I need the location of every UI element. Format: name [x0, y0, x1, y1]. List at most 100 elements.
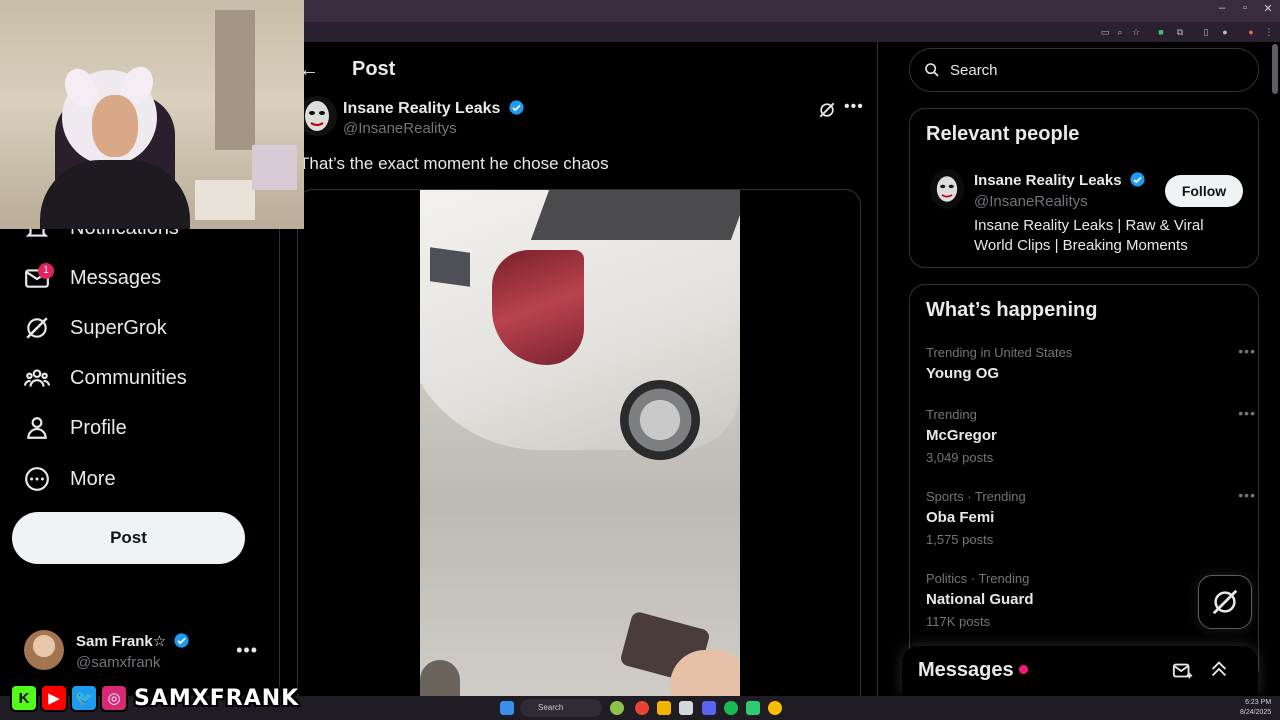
follow-button[interactable]: Follow — [1165, 175, 1243, 207]
clock-time: 6:23 PM — [1245, 699, 1272, 706]
sidepanel-icon[interactable]: ▯ — [1200, 26, 1212, 38]
webcam-door — [215, 10, 255, 150]
tweet-text: That’s the exact moment he chose chaos — [299, 154, 609, 173]
communities-icon — [24, 365, 50, 391]
envelope-icon: 1 — [24, 263, 54, 291]
browser-menu-icon[interactable]: ⋮ — [1263, 26, 1275, 38]
person-name: Insane Reality Leaks — [974, 172, 1122, 189]
stream-handle: SAMXFRANK — [134, 685, 300, 711]
main-column: ← Post Insane Reality Leaks @InsaneReali… — [281, 42, 878, 696]
tweet-more-icon[interactable]: ••• — [844, 98, 864, 116]
chevron-up-icon[interactable] — [1208, 658, 1230, 680]
trend-meta: Trending — [926, 407, 977, 422]
nav-label: More — [70, 467, 116, 490]
taskbar-search[interactable]: Search — [520, 699, 602, 717]
app-icon[interactable] — [679, 701, 693, 715]
trend-count: 1,575 posts — [926, 532, 994, 547]
video-frame-foot — [420, 660, 460, 696]
extension-icon[interactable]: ■ — [1155, 26, 1167, 38]
compose-message-icon[interactable] — [1172, 660, 1194, 682]
restore-icon[interactable]: ▫ — [1235, 2, 1255, 14]
nav-item-more[interactable]: More — [24, 459, 116, 499]
minimize-icon[interactable]: – — [1212, 2, 1232, 14]
clock-date: 8/24/2025 — [1240, 709, 1272, 716]
twitter-icon: 🐦 — [70, 684, 98, 712]
verified-badge-icon — [509, 100, 524, 115]
zoom-icon[interactable]: ⌕ — [1114, 26, 1126, 38]
account-more-icon[interactable]: ••• — [236, 640, 258, 661]
youtube-icon: ▶ — [40, 684, 68, 712]
trend-name: McGregor — [926, 427, 997, 444]
trend-more-icon[interactable]: ••• — [1238, 405, 1256, 421]
video-frame-license-plate — [430, 247, 470, 287]
kick-icon: K — [10, 684, 38, 712]
puzzle-icon[interactable]: ⧉ — [1174, 26, 1186, 38]
nav-label: Communities — [70, 366, 187, 389]
trend-more-icon[interactable]: ••• — [1238, 487, 1256, 503]
trend-more-icon[interactable]: ••• — [1238, 343, 1256, 359]
bookmark-star-icon[interactable]: ☆ — [1130, 26, 1142, 38]
widget-icon[interactable] — [610, 701, 624, 715]
file-explorer-icon[interactable] — [657, 701, 671, 715]
nav-label: Messages — [70, 266, 162, 289]
avatar[interactable] — [930, 169, 964, 209]
stream-socials-banner: K ▶ 🐦 ◎ SAMXFRANK — [10, 683, 299, 713]
nav-item-supergrok[interactable]: SuperGrok — [24, 308, 167, 348]
cast-icon[interactable]: ▭ — [1099, 26, 1111, 38]
more-circle-icon — [24, 466, 50, 492]
grok-floating-button[interactable] — [1198, 575, 1252, 629]
chrome-canary-icon[interactable] — [768, 701, 782, 715]
messages-drawer[interactable]: Messages — [902, 646, 1258, 696]
video-frame-wheel — [620, 380, 700, 460]
relevant-people-card: Relevant people Insane Reality Leaks @In… — [909, 108, 1259, 268]
account-name-row: Sam Frank☆ — [76, 632, 190, 650]
trend-count: 3,049 posts — [926, 450, 994, 465]
person-bio: Insane Reality Leaks | Raw & Viral World… — [974, 217, 1204, 254]
discord-icon[interactable] — [702, 701, 716, 715]
search-icon — [925, 63, 939, 77]
trend-name: Oba Femi — [926, 509, 995, 526]
author-name: Insane Reality Leaks — [343, 100, 501, 117]
trend-item[interactable]: Trending McGregor 3,049 posts ••• — [926, 405, 1255, 465]
grok-icon[interactable] — [817, 100, 837, 120]
webcam-face — [92, 95, 138, 157]
trend-item[interactable]: Trending in United States Young OG ••• — [926, 343, 1255, 382]
nav-item-profile[interactable]: Profile — [24, 408, 127, 448]
search-box[interactable]: Search — [909, 48, 1259, 92]
unread-badge: 1 — [38, 263, 54, 279]
app-icon[interactable] — [746, 701, 760, 715]
grok-icon — [1212, 589, 1238, 615]
video-frame-car-window — [530, 190, 740, 240]
profile-icon[interactable]: ● — [1245, 26, 1257, 38]
webcam-box — [252, 145, 297, 190]
nav-item-communities[interactable]: Communities — [24, 358, 187, 398]
person-name-row[interactable]: Insane Reality Leaks — [974, 171, 1146, 189]
page-scrollbar[interactable] — [1272, 44, 1278, 94]
profile-avatar-icon[interactable]: ● — [1219, 26, 1231, 38]
account-handle: @samxfrank — [76, 654, 161, 671]
spotify-icon[interactable] — [724, 701, 738, 715]
tweet-media[interactable] — [297, 189, 861, 696]
verified-badge-icon — [1130, 172, 1145, 187]
chrome-icon[interactable] — [635, 701, 649, 715]
video-player[interactable] — [420, 190, 740, 696]
mask-logo-icon — [936, 176, 958, 202]
trend-meta: Trending in United States — [926, 345, 1073, 360]
trend-item[interactable]: Sports · Trending Oba Femi 1,575 posts •… — [926, 487, 1255, 547]
nav-item-messages[interactable]: 1 Messages — [24, 258, 161, 298]
trend-meta: Sports · Trending — [926, 489, 1026, 504]
unread-dot — [1019, 665, 1028, 674]
author-name-row[interactable]: Insane Reality Leaks — [343, 99, 525, 118]
grok-icon — [24, 315, 50, 341]
messages-drawer-title: Messages — [918, 659, 1014, 681]
instagram-icon: ◎ — [100, 684, 128, 712]
nav-label: Profile — [70, 416, 127, 439]
post-button[interactable]: Post — [12, 512, 245, 564]
account-name: Sam Frank☆ — [76, 633, 167, 650]
author-handle[interactable]: @InsaneRealitys — [343, 120, 457, 137]
search-input[interactable]: Search — [950, 62, 998, 79]
person-handle[interactable]: @InsaneRealitys — [974, 193, 1088, 210]
account-switcher[interactable]: Sam Frank☆ @samxfrank ••• — [24, 630, 264, 674]
close-icon[interactable]: ✕ — [1258, 2, 1278, 15]
start-icon[interactable] — [500, 701, 514, 715]
